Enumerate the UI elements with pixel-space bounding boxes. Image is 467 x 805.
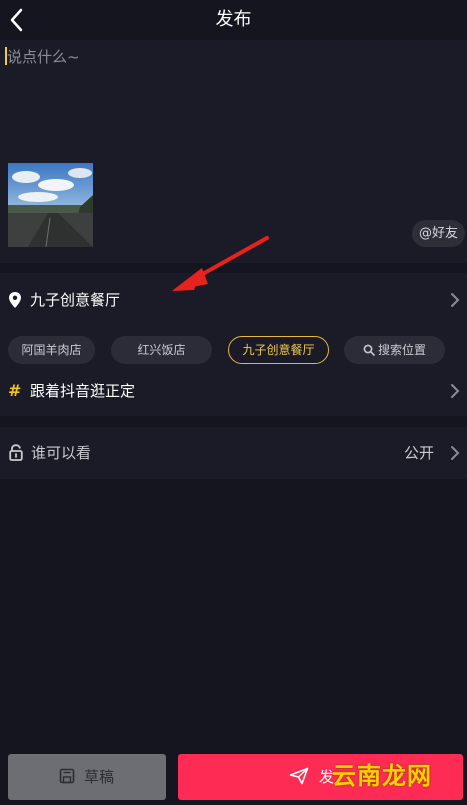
location-chip[interactable]: 阿国羊肉店: [8, 336, 95, 364]
page-title: 发布: [215, 9, 252, 30]
chevron-right-icon: [451, 293, 460, 307]
unlock-icon: [9, 444, 23, 461]
paper-plane-icon: [289, 767, 309, 785]
search-location-chip[interactable]: 搜索位置: [344, 336, 445, 364]
annotation-arrow: [172, 236, 269, 291]
at-icon: @: [418, 226, 432, 241]
caption-input[interactable]: 说点什么~: [7, 47, 80, 67]
location-name: 九子创意餐厅: [30, 291, 121, 309]
search-location-label: 搜索位置: [377, 343, 426, 357]
location-pin-icon: [9, 292, 21, 308]
location-chip[interactable]: 红兴饭店: [111, 336, 212, 364]
draft-icon: [59, 768, 75, 784]
topic-label: 跟着抖音逛正定: [30, 382, 136, 400]
chevron-right-icon: [451, 384, 460, 398]
watermark: 云南龙网: [332, 762, 432, 790]
location-chip-selected[interactable]: 九子创意餐厅: [228, 336, 329, 364]
privacy-label: 谁可以看: [31, 444, 92, 462]
hashtag-icon: #: [8, 381, 22, 400]
mention-label: 好友: [431, 226, 458, 241]
photo-thumbnail[interactable]: [8, 163, 93, 247]
chevron-right-icon: [451, 446, 460, 460]
privacy-value: 公开: [404, 444, 435, 462]
draft-label: 草稿: [84, 768, 115, 786]
search-icon: [363, 344, 375, 356]
mention-friends-button[interactable]: @好友: [412, 220, 465, 247]
